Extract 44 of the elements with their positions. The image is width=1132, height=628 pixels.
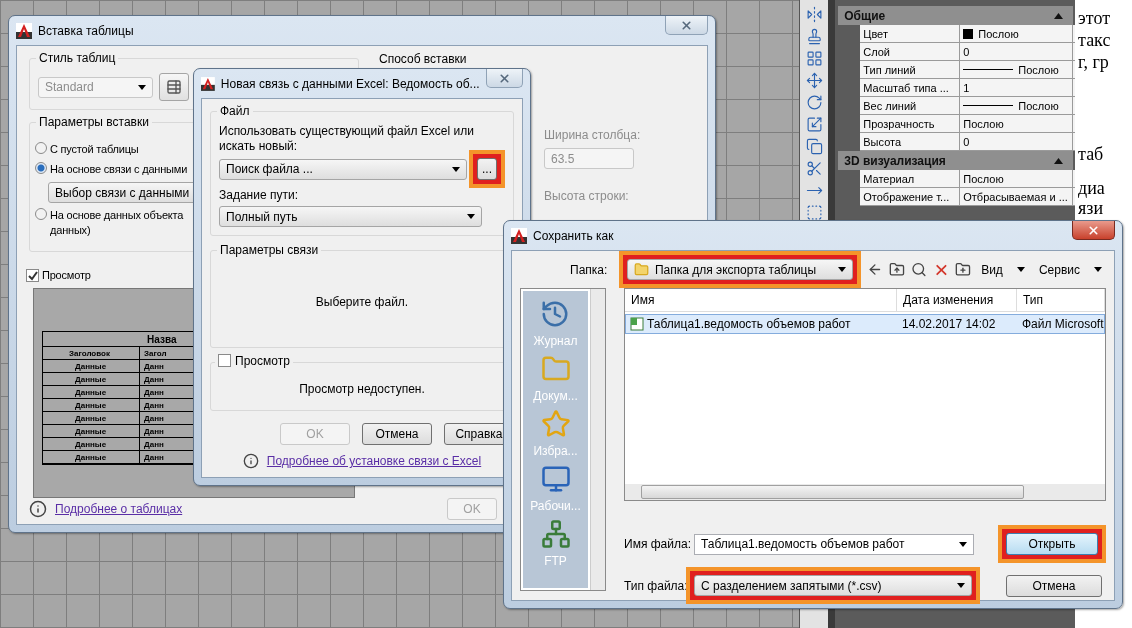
- group-label: Файл: [217, 104, 253, 118]
- field-label: Ширина столбца:: [544, 128, 642, 142]
- table-cell: Данные: [43, 360, 140, 372]
- file-name: Таблица1.ведомость объемов работ: [647, 317, 851, 331]
- document-text: язи: [1077, 198, 1105, 218]
- status-message: Выберите файл.: [315, 294, 409, 309]
- document-text: таб: [1077, 144, 1105, 164]
- file-hint: Использовать существующий файл Excel или искать новый:: [219, 124, 475, 154]
- group-label: Стиль таблиц: [36, 51, 119, 65]
- field-label: Высота строки:: [544, 189, 630, 203]
- table-cell: Данные: [43, 451, 140, 463]
- property-label: Масштаб типа ...: [860, 79, 961, 96]
- table-cell: Данные: [43, 373, 140, 385]
- window-title: Вставка таблицы: [38, 23, 134, 38]
- file-date: 14.02.2017 14:02: [901, 316, 997, 333]
- table-cell: Данные: [43, 438, 140, 450]
- table-cell: Данные: [43, 412, 140, 424]
- property-label: Слой: [860, 43, 961, 60]
- document-text: этот: [1077, 8, 1112, 28]
- window-title: Сохранить как: [533, 228, 614, 243]
- group-label: Параметры связи: [217, 243, 322, 257]
- table-cell: Данные: [43, 399, 140, 411]
- table-cell: Данные: [43, 386, 140, 398]
- window-title: Новая связь с данными Excel: Ведомость об...: [220, 76, 480, 91]
- property-label: Цвет: [860, 25, 961, 42]
- field-label: Имя файла:: [624, 537, 692, 551]
- property-label: Материал: [860, 170, 961, 187]
- property-label: Высота: [860, 133, 961, 150]
- group-label: Способ вставки: [379, 52, 468, 66]
- document-text: г, гр: [1077, 52, 1110, 72]
- table-cell: Данные: [43, 425, 140, 437]
- property-label: Тип линий: [860, 61, 961, 78]
- property-label: Прозрачность: [860, 115, 961, 132]
- file-type: Файл Microsoft: [1021, 316, 1104, 333]
- field-label: Папка:: [570, 262, 609, 277]
- field-label: Тип файла:: [624, 578, 689, 593]
- property-label: Вес линий: [860, 97, 961, 114]
- document-text: такс: [1077, 30, 1112, 50]
- document-text: диа: [1077, 178, 1106, 198]
- field-label: Задание пути:: [219, 188, 299, 202]
- group-label: Параметры вставки: [36, 115, 152, 129]
- table-title: Назва: [147, 333, 177, 345]
- property-label: Отображение т...: [860, 188, 961, 205]
- table-header: Заголовок: [43, 347, 140, 359]
